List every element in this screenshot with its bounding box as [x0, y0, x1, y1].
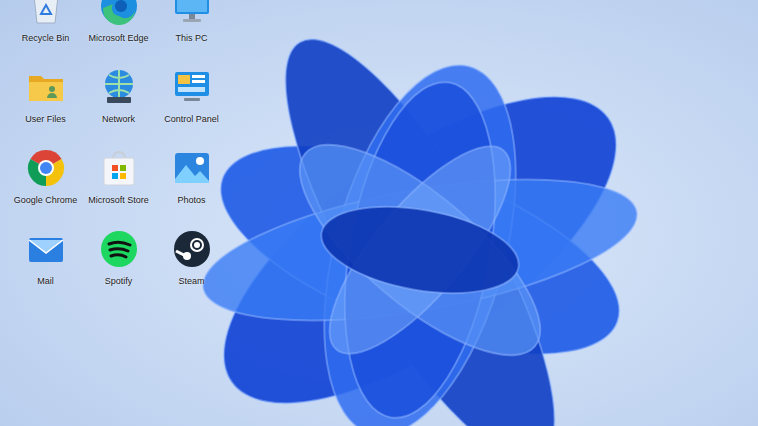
desktop-icon-label: Microsoft Edge [88, 32, 148, 44]
desktop-icon-label: Steam [178, 275, 204, 287]
steam-icon [172, 229, 212, 269]
pc-icon [172, 0, 212, 26]
desktop-icon[interactable]: Google Chrome [9, 146, 82, 227]
desktop-icon-label: Microsoft Store [88, 194, 149, 206]
bloom-wallpaper-icon [0, 0, 758, 426]
desktop-icon-label: Spotify [105, 275, 133, 287]
mail-icon [26, 229, 66, 269]
desktop-icon[interactable]: Recycle Bin [9, 0, 82, 65]
spotify-icon [99, 229, 139, 269]
desktop-icon[interactable]: Mail [9, 227, 82, 308]
control-icon [172, 67, 212, 107]
folder-icon [26, 67, 66, 107]
desktop-icon-label: Network [102, 113, 135, 125]
desktop: Recycle Bin Microsoft Edge This PC User Fil… [0, 0, 758, 426]
desktop-icon[interactable]: Control Panel [155, 65, 228, 146]
edge-icon [99, 0, 139, 26]
network-icon [99, 67, 139, 107]
desktop-icon[interactable]: User Files [9, 65, 82, 146]
recycle-icon [26, 0, 66, 26]
desktop-icon-label: Google Chrome [14, 194, 78, 206]
desktop-icon[interactable]: Microsoft Store [82, 146, 155, 227]
desktop-icon-label: Control Panel [164, 113, 219, 125]
desktop-icon[interactable]: Network [82, 65, 155, 146]
desktop-icon[interactable]: Steam [155, 227, 228, 308]
desktop-icon-label: Photos [177, 194, 205, 206]
desktop-icon[interactable]: This PC [155, 0, 228, 65]
desktop-icon[interactable]: Photos [155, 146, 228, 227]
photos-icon [172, 148, 212, 188]
desktop-icon[interactable]: Spotify [82, 227, 155, 308]
desktop-icon-grid: Recycle Bin Microsoft Edge This PC User Fil… [0, 0, 249, 308]
desktop-icon-label: User Files [25, 113, 66, 125]
store-icon [99, 148, 139, 188]
desktop-icon-label: This PC [175, 32, 207, 44]
chrome-icon [26, 148, 66, 188]
desktop-icon[interactable]: Microsoft Edge [82, 0, 155, 65]
desktop-icon-label: Mail [37, 275, 54, 287]
desktop-icon-label: Recycle Bin [22, 32, 70, 44]
